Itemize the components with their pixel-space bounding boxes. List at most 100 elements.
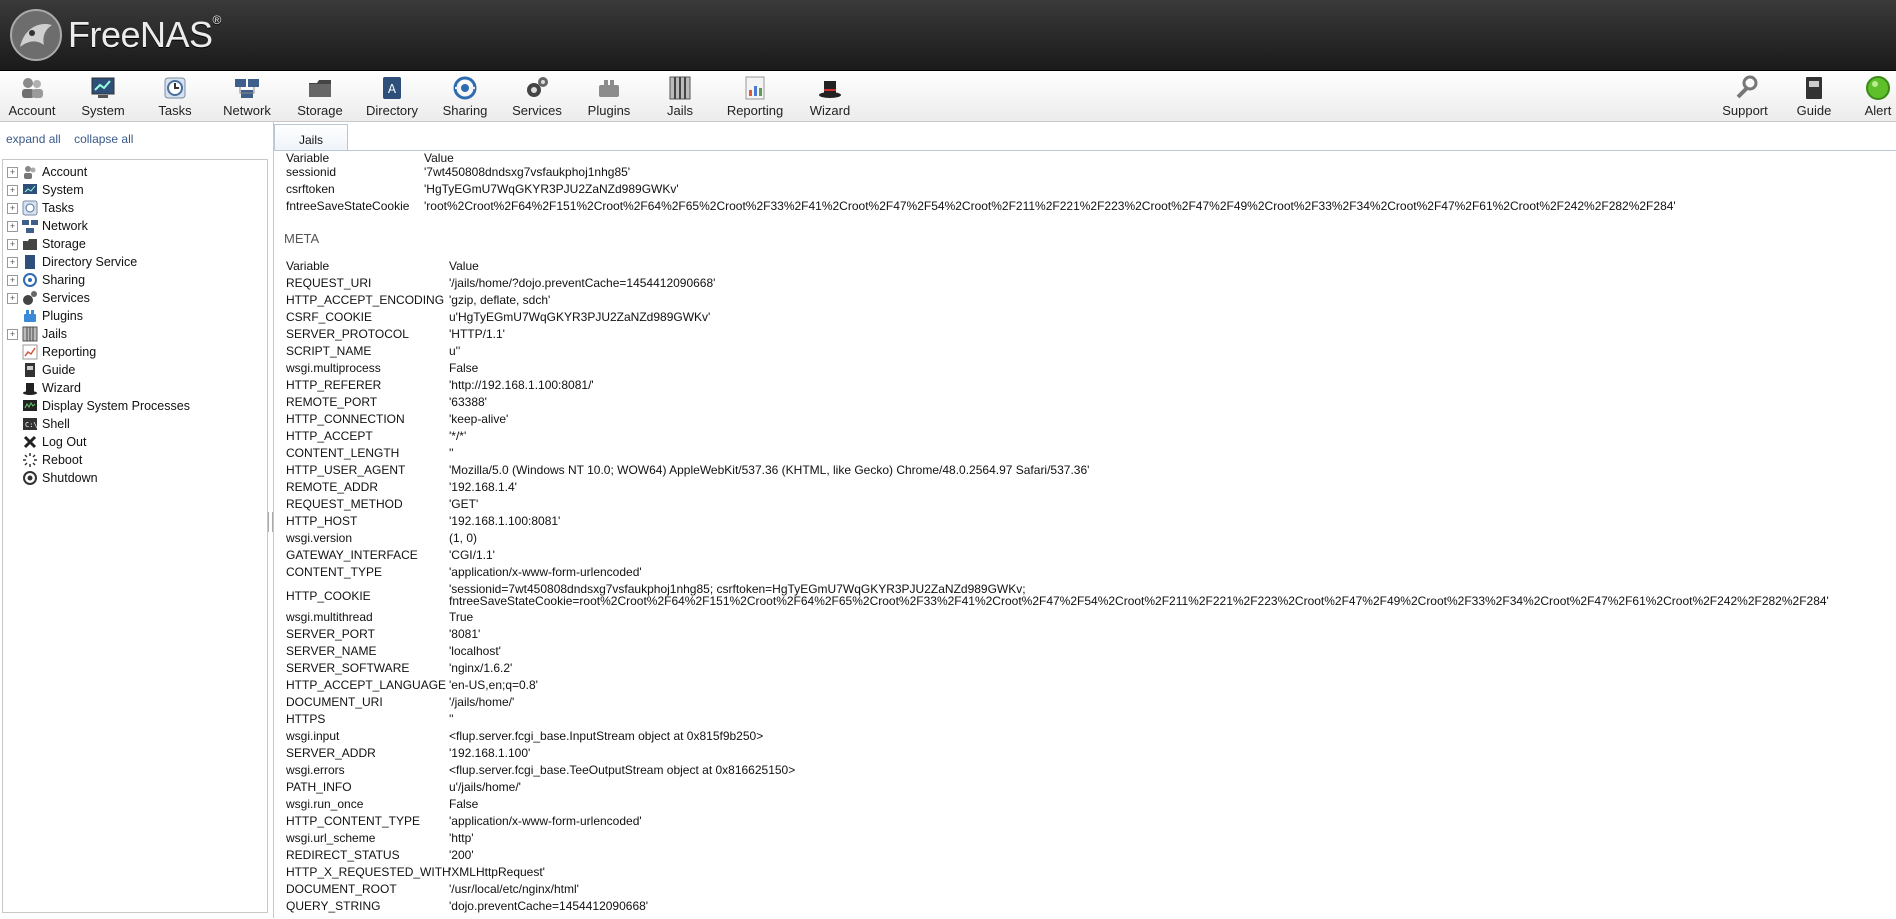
meta-value: True <box>449 610 474 624</box>
meta-value: '192.168.1.100:8081' <box>449 514 561 528</box>
meta-value: 'Mozilla/5.0 (Windows NT 10.0; WOW64) Ap… <box>449 463 1090 477</box>
meta-key: HTTP_ACCEPT <box>286 429 373 443</box>
meta-value: '/jails/home/' <box>449 695 515 709</box>
tree-item-tasks[interactable]: + Tasks <box>3 198 74 218</box>
tree-item-shell[interactable]: C:\ Shell <box>3 414 70 434</box>
collapse-all-link[interactable]: collapse all <box>74 132 133 146</box>
meta-value: '200' <box>449 848 474 862</box>
toolbar-wizard-button[interactable]: Wizard <box>806 75 854 119</box>
expand-icon[interactable]: + <box>7 256 18 268</box>
app-name: FreeNAS <box>68 14 213 55</box>
tree-item-guide[interactable]: Guide <box>3 360 75 380</box>
expand-icon[interactable]: + <box>7 238 18 250</box>
toolbar-network-button[interactable]: Network <box>220 75 274 119</box>
toolbar-support-button[interactable]: Support <box>1720 75 1770 119</box>
tree-item-system[interactable]: + System <box>3 180 84 200</box>
meta-value: '*/*' <box>449 429 467 443</box>
meta-key: HTTP_CONNECTION <box>286 412 405 426</box>
freenas-logo-icon <box>10 9 62 61</box>
toolbar-storage-button[interactable]: Storage <box>294 75 346 119</box>
meta-key: HTTP_X_REQUESTED_WITH <box>286 865 451 879</box>
main-panel: Jails Variable Value sessionid '7wt45080… <box>273 122 1896 918</box>
meta-value: 'HTTP/1.1' <box>449 327 505 341</box>
meta-key: HTTP_USER_AGENT <box>286 463 406 477</box>
meta-key: DOCUMENT_ROOT <box>286 882 397 896</box>
tree-item-sharing[interactable]: + Sharing <box>3 270 85 290</box>
tree-item-jails[interactable]: + Jails <box>3 324 67 344</box>
meta-key: CSRF_COOKIE <box>286 310 373 324</box>
expand-icon[interactable]: + <box>7 292 18 304</box>
meta-key: wsgi.url_scheme <box>286 831 376 845</box>
tree-item-storage[interactable]: + Storage <box>3 234 86 254</box>
toolbar-tasks-button[interactable]: Tasks <box>152 75 198 119</box>
tree-item-wizard[interactable]: Wizard <box>3 378 81 398</box>
expand-icon[interactable]: + <box>7 274 18 286</box>
shell-icon: C:\ <box>23 418 38 430</box>
header-bar: FreeNAS® <box>0 0 1896 71</box>
tree-item-log-out[interactable]: Log Out <box>3 432 86 452</box>
meta-value: 'dojo.preventCache=1454412090668' <box>449 899 649 913</box>
meta-key: SERVER_PORT <box>286 627 375 641</box>
meta-key: HTTP_CONTENT_TYPE <box>286 814 421 828</box>
tree-item-reporting[interactable]: Reporting <box>3 342 96 362</box>
svg-text:A: A <box>388 82 397 96</box>
tree-item-display-system-processes[interactable]: Display System Processes <box>3 396 190 416</box>
services-icon <box>527 77 548 97</box>
toolbar-account-button[interactable]: Account <box>8 75 56 119</box>
meta-key: SERVER_NAME <box>286 644 377 658</box>
tree-item-network[interactable]: + Network <box>3 216 88 236</box>
expand-icon[interactable]: + <box>7 328 18 340</box>
meta-section-title: META <box>284 231 320 246</box>
expand-icon[interactable]: + <box>7 202 18 214</box>
toolbar-reporting-button[interactable]: Reporting <box>724 75 786 119</box>
tab-jails[interactable]: Jails <box>274 124 348 151</box>
tree-item-directory-service[interactable]: + Directory Service <box>3 252 137 272</box>
toolbar-directory-button[interactable]: A Directory <box>364 75 420 119</box>
meta-value: u'' <box>449 344 461 358</box>
freenas-logo[interactable]: FreeNAS® <box>8 4 221 66</box>
plugins-icon <box>24 310 36 322</box>
guide-icon <box>1806 77 1822 99</box>
expand-all-link[interactable]: expand all <box>6 132 61 146</box>
directory-icon <box>25 255 35 269</box>
meta-key: HTTP_HOST <box>286 514 358 528</box>
meta-key: HTTP_ACCEPT_LANGUAGE <box>286 678 447 692</box>
meta-key: wsgi.errors <box>286 763 345 777</box>
meta-key: GATEWAY_INTERFACE <box>286 548 418 562</box>
tree-item-account[interactable]: + Account <box>3 162 87 182</box>
toolbar-system-button[interactable]: System <box>78 75 128 119</box>
toolbar-jails-button[interactable]: Jails <box>658 75 702 119</box>
tree-item-shutdown[interactable]: Shutdown <box>3 468 98 488</box>
tree-item-services[interactable]: + Services <box>3 288 90 308</box>
meta-key: wsgi.run_once <box>286 797 364 811</box>
meta-value: False <box>449 361 479 375</box>
toolbar-services-button[interactable]: Services <box>512 75 562 119</box>
meta-value: 'CGI/1.1' <box>449 548 495 562</box>
meta-value: '' <box>449 446 454 460</box>
meta-key: SCRIPT_NAME <box>286 344 372 358</box>
meta-value: '192.168.1.4' <box>449 480 517 494</box>
meta-key: SERVER_PROTOCOL <box>286 327 409 341</box>
cookie-key: sessionid <box>286 165 337 179</box>
processes-icon <box>23 400 37 411</box>
cookie-key: csrftoken <box>286 182 335 196</box>
toolbar-plugins-button[interactable]: Plugins <box>584 75 634 119</box>
tree-item-reboot[interactable]: Reboot <box>3 450 82 470</box>
meta-value: '8081' <box>449 627 481 641</box>
meta-value-continued: fntreeSaveStateCookie=root%2Croot%2F64%2… <box>449 594 1829 608</box>
toolbar-guide-button[interactable]: Guide <box>1796 75 1832 119</box>
expand-icon[interactable]: + <box>7 220 18 232</box>
sharing-icon <box>23 273 37 287</box>
expand-icon[interactable]: + <box>7 166 18 178</box>
expand-icon[interactable]: + <box>7 184 18 196</box>
toolbar-sharing-button[interactable]: Sharing <box>440 75 490 119</box>
panel-splitter[interactable] <box>268 122 273 918</box>
tree-item-plugins[interactable]: Plugins <box>3 306 83 326</box>
meta-key: REDIRECT_STATUS <box>286 848 400 862</box>
meta-key: CONTENT_LENGTH <box>286 446 400 460</box>
toolbar-alert-button[interactable]: Alert <box>1860 75 1896 119</box>
main-toolbar: Account System Tasks Network Storage A D… <box>0 71 1896 122</box>
meta-key: REMOTE_ADDR <box>286 480 379 494</box>
guide-icon <box>25 363 35 377</box>
support-icon <box>1736 75 1758 99</box>
